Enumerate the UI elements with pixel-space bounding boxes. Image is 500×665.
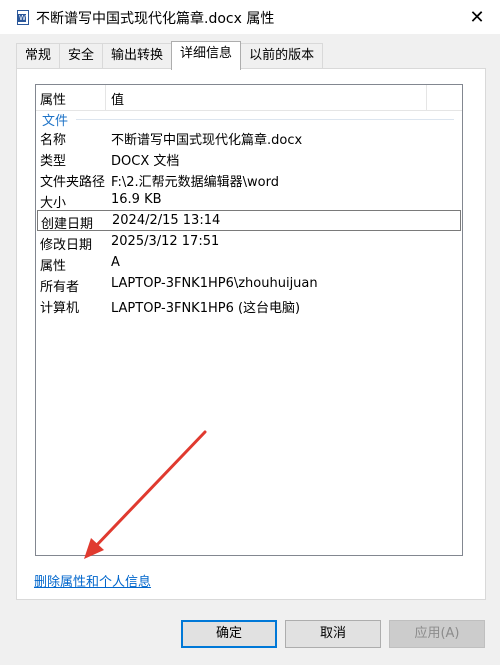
column-divider[interactable] <box>105 85 106 111</box>
property-value: LAPTOP-3FNK1HP6 (这台电脑) <box>111 301 301 316</box>
property-row[interactable]: 所有者 LAPTOP-3FNK1HP6\zhouhuijuan <box>37 274 461 295</box>
property-value: 2025/3/12 17:51 <box>111 234 220 249</box>
column-divider[interactable] <box>426 85 427 111</box>
tab-output-conversion[interactable]: 输出转换 <box>102 43 173 69</box>
apply-button[interactable]: 应用(A) <box>389 620 485 648</box>
property-name: 属性 <box>40 259 67 274</box>
cancel-button[interactable]: 取消 <box>285 620 381 648</box>
column-header-value[interactable]: 值 <box>111 89 124 108</box>
property-name: 所有者 <box>40 280 80 295</box>
property-row[interactable]: 计算机 LAPTOP-3FNK1HP6 (这台电脑) <box>37 295 461 316</box>
property-row[interactable]: 名称 不断谱写中国式现代化篇章.docx <box>37 127 461 148</box>
details-panel: 属性 值 文件 名称 不断谱写中国式现代化篇章.docx 类型 DOCX 文档 … <box>16 68 486 600</box>
property-list[interactable]: 属性 值 文件 名称 不断谱写中国式现代化篇章.docx 类型 DOCX 文档 … <box>35 84 463 556</box>
tab-security[interactable]: 安全 <box>59 43 104 69</box>
tab-details[interactable]: 详细信息 <box>171 41 242 70</box>
property-name: 大小 <box>40 196 67 211</box>
property-name: 计算机 <box>40 301 80 316</box>
property-name: 创建日期 <box>41 217 94 232</box>
remove-properties-link[interactable]: 删除属性和个人信息 <box>34 571 151 590</box>
title-bar: W 不断谱写中国式现代化篇章.docx 属性 ✕ <box>0 0 500 34</box>
property-row[interactable]: 属性 A <box>37 253 461 274</box>
property-name: 修改日期 <box>40 238 93 253</box>
tab-previous-versions[interactable]: 以前的版本 <box>240 43 324 69</box>
group-divider <box>76 119 454 120</box>
property-value: 不断谱写中国式现代化篇章.docx <box>111 133 303 148</box>
close-button[interactable]: ✕ <box>454 0 500 34</box>
property-row[interactable]: 大小 16.9 KB <box>37 190 461 211</box>
property-name: 名称 <box>40 133 67 148</box>
property-value: LAPTOP-3FNK1HP6\zhouhuijuan <box>111 276 318 291</box>
tab-general[interactable]: 常规 <box>16 43 61 69</box>
property-value: F:\2.汇帮元数据编辑器\word <box>111 175 279 190</box>
property-name: 类型 <box>40 154 67 169</box>
ok-button[interactable]: 确定 <box>181 620 277 648</box>
property-row[interactable]: 修改日期 2025/3/12 17:51 <box>37 232 461 253</box>
property-row-selected[interactable]: 创建日期 2024/2/15 13:14 <box>37 210 461 232</box>
tab-strip: 常规 安全 输出转换 详细信息 以前的版本 <box>16 41 324 70</box>
property-name: 文件夹路径 <box>40 175 106 190</box>
property-row[interactable]: 文件夹路径 F:\2.汇帮元数据编辑器\word <box>37 169 461 190</box>
property-value: 16.9 KB <box>111 192 162 207</box>
window-title: 不断谱写中国式现代化篇章.docx 属性 <box>36 11 275 27</box>
word-doc-icon: W <box>17 10 29 25</box>
list-header: 属性 值 <box>36 85 462 111</box>
property-value: 2024/2/15 13:14 <box>112 213 221 228</box>
column-header-property[interactable]: 属性 <box>40 89 66 108</box>
property-value: DOCX 文档 <box>111 154 180 169</box>
property-value: A <box>111 255 120 270</box>
property-row[interactable]: 类型 DOCX 文档 <box>37 148 461 169</box>
